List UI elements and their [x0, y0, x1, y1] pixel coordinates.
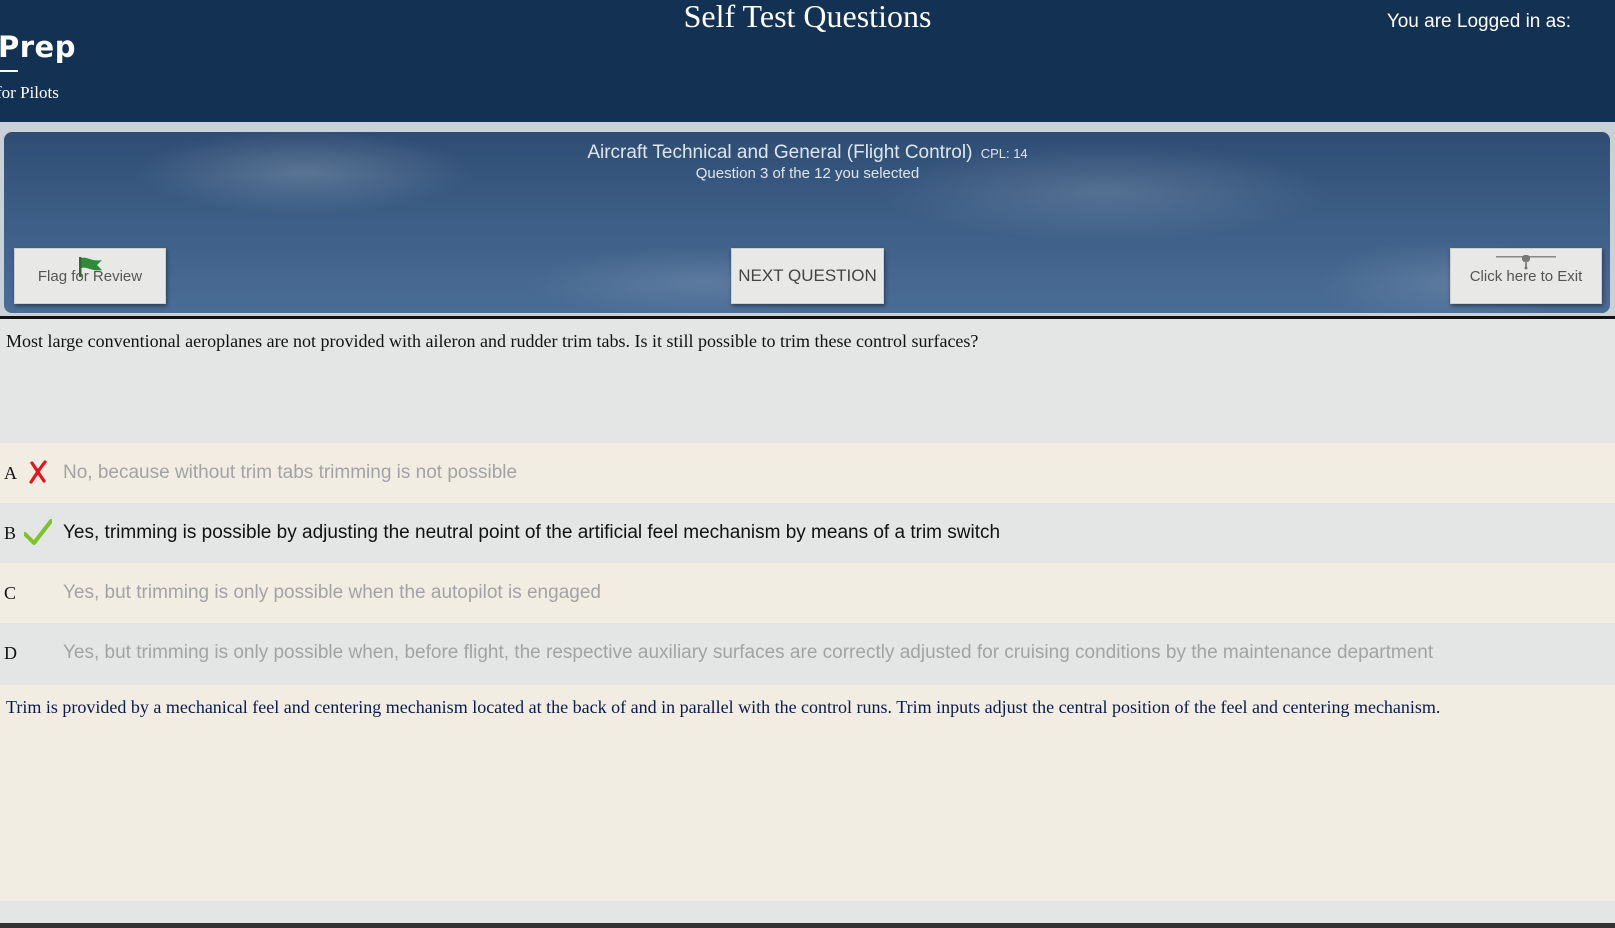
answer-letter: D [4, 643, 17, 663]
answer-text: Yes, but trimming is only possible when … [63, 582, 601, 603]
flag-for-review-button[interactable]: Flag for Review [14, 248, 166, 304]
exit-button-label: Click here to Exit [1469, 267, 1583, 285]
question-counter: Question 3 of the 12 you selected [695, 165, 920, 182]
question-text: Most large conventional aeroplanes are n… [6, 331, 979, 351]
course-title-text: Aircraft Technical and General (Flight C… [587, 142, 973, 163]
bottom-bar [0, 923, 1615, 928]
explanation-text: Trim is provided by a mechanical feel an… [6, 697, 1441, 717]
answer-option-a[interactable]: A No, because without trim tabs trimming… [0, 443, 1615, 503]
check-icon [24, 519, 52, 545]
next-question-button[interactable]: NEXT QUESTION [731, 248, 884, 304]
flag-button-label: Flag for Review [37, 267, 143, 285]
exit-button[interactable]: Click here to Exit [1450, 248, 1602, 304]
course-title: Aircraft Technical and General (Flight C… [0, 142, 1615, 164]
answer-text: Yes, trimming is possible by adjusting t… [63, 522, 1001, 543]
question-panel: Most large conventional aeroplanes are n… [0, 319, 1615, 443]
answer-text: Yes, but trimming is only possible when,… [63, 642, 1434, 663]
answer-option-b[interactable]: B Yes, trimming is possible by adjusting… [0, 503, 1615, 563]
answer-option-c[interactable]: C Yes, but trimming is only possible whe… [0, 563, 1615, 623]
header: Prep for Pilots Self Test Questions You … [0, 0, 1615, 122]
next-button-label: NEXT QUESTION [738, 266, 877, 285]
login-status: You are Logged in as: [1386, 11, 1571, 32]
logo-underline [0, 70, 18, 72]
answer-letter: A [4, 463, 17, 483]
answer-letter: C [4, 583, 17, 603]
answer-letter: B [4, 523, 17, 543]
logo-subtitle: for Pilots [0, 83, 59, 102]
answer-option-d[interactable]: D Yes, but trimming is only possible whe… [0, 623, 1615, 683]
cross-icon [29, 460, 47, 484]
page-title: Self Test Questions [683, 0, 932, 34]
answer-text: No, because without trim tabs trimming i… [63, 462, 518, 483]
course-code: CPL: 14 [980, 146, 1028, 161]
explanation-panel: Trim is provided by a mechanical feel an… [0, 685, 1615, 901]
logo-text: Prep [0, 30, 76, 64]
